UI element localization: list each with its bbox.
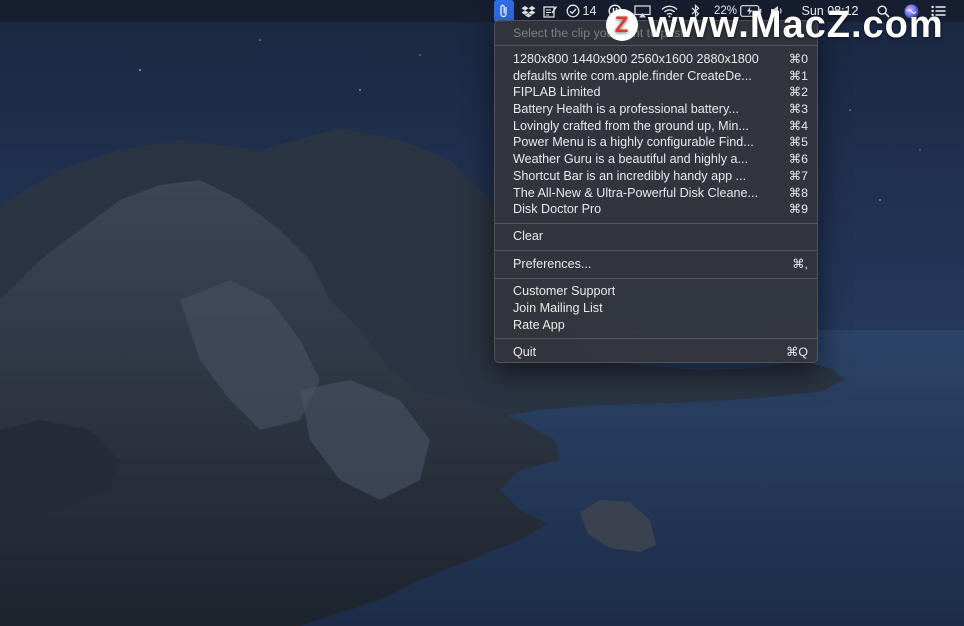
menu-separator [495, 278, 817, 279]
menu-separator [495, 250, 817, 251]
clip-label: Battery Health is a professional battery… [513, 102, 739, 116]
clip-item-3[interactable]: Battery Health is a professional battery… [513, 101, 808, 118]
clip-label: Weather Guru is a beautiful and highly a… [513, 152, 748, 166]
notes-edit-icon[interactable] [541, 0, 559, 22]
clip-label: Power Menu is a highly configurable Find… [513, 135, 754, 149]
tasks-check-icon[interactable]: 14 [563, 0, 599, 22]
customer-support-menu-item[interactable]: Customer Support [513, 283, 808, 300]
watermark-text: www.MacZ.com [648, 3, 944, 46]
clip-item-9[interactable]: Disk Doctor Pro ⌘9 [513, 201, 808, 218]
macz-logo-icon: Z [606, 9, 638, 41]
menu-separator [495, 223, 817, 224]
clip-label: Disk Doctor Pro [513, 202, 602, 216]
join-mailing-list-menu-item[interactable]: Join Mailing List [513, 300, 808, 317]
menu-separator [495, 338, 817, 339]
clip-shortcut: ⌘5 [788, 135, 808, 149]
clip-shortcut: ⌘2 [788, 85, 808, 99]
clipboard-app-menu-extra[interactable] [494, 0, 514, 22]
paperclip-icon [500, 4, 507, 18]
desktop-wallpaper [0, 0, 964, 626]
clip-shortcut: ⌘9 [788, 202, 808, 216]
preferences-shortcut: ⌘, [792, 257, 808, 271]
preferences-menu-item[interactable]: Preferences... ⌘, [513, 256, 808, 273]
quit-menu-item[interactable]: Quit ⌘Q [513, 344, 808, 361]
clip-item-8[interactable]: The All-New & Ultra-Powerful Disk Cleane… [513, 185, 808, 202]
clip-label: FIPLAB Limited [513, 85, 601, 99]
clip-shortcut: ⌘0 [788, 52, 808, 66]
clip-shortcut: ⌘3 [788, 102, 808, 116]
rate-app-menu-item[interactable]: Rate App [513, 317, 808, 334]
clip-label: defaults write com.apple.finder CreateDe… [513, 69, 752, 83]
clip-label: Shortcut Bar is an incredibly handy app … [513, 169, 747, 183]
clip-label: Lovingly crafted from the ground up, Min… [513, 119, 749, 133]
clip-shortcut: ⌘7 [788, 169, 808, 183]
clip-item-0[interactable]: 1280x800 1440x900 2560x1600 2880x1800 ⌘0 [513, 51, 808, 68]
clip-shortcut: ⌘8 [788, 186, 808, 200]
clip-item-6[interactable]: Weather Guru is a beautiful and highly a… [513, 151, 808, 168]
quit-shortcut: ⌘Q [785, 345, 808, 359]
clipboard-dropdown-menu: Select the clip you want to paste 1280x8… [494, 20, 818, 363]
clip-item-2[interactable]: FIPLAB Limited ⌘2 [513, 84, 808, 101]
watermark: Z www.MacZ.com [606, 0, 944, 50]
clip-shortcut: ⌘4 [788, 119, 808, 133]
clear-menu-item[interactable]: Clear [513, 228, 808, 245]
clip-item-5[interactable]: Power Menu is a highly configurable Find… [513, 134, 808, 151]
notification-count: 14 [582, 4, 597, 18]
clip-label: 1280x800 1440x900 2560x1600 2880x1800 [513, 52, 759, 66]
clip-label: The All-New & Ultra-Powerful Disk Cleane… [513, 186, 758, 200]
clip-shortcut: ⌘1 [788, 69, 808, 83]
dropbox-icon[interactable] [518, 0, 538, 22]
clip-item-4[interactable]: Lovingly crafted from the ground up, Min… [513, 118, 808, 135]
clip-item-7[interactable]: Shortcut Bar is an incredibly handy app … [513, 168, 808, 185]
clip-item-1[interactable]: defaults write com.apple.finder CreateDe… [513, 68, 808, 85]
clip-shortcut: ⌘6 [788, 152, 808, 166]
